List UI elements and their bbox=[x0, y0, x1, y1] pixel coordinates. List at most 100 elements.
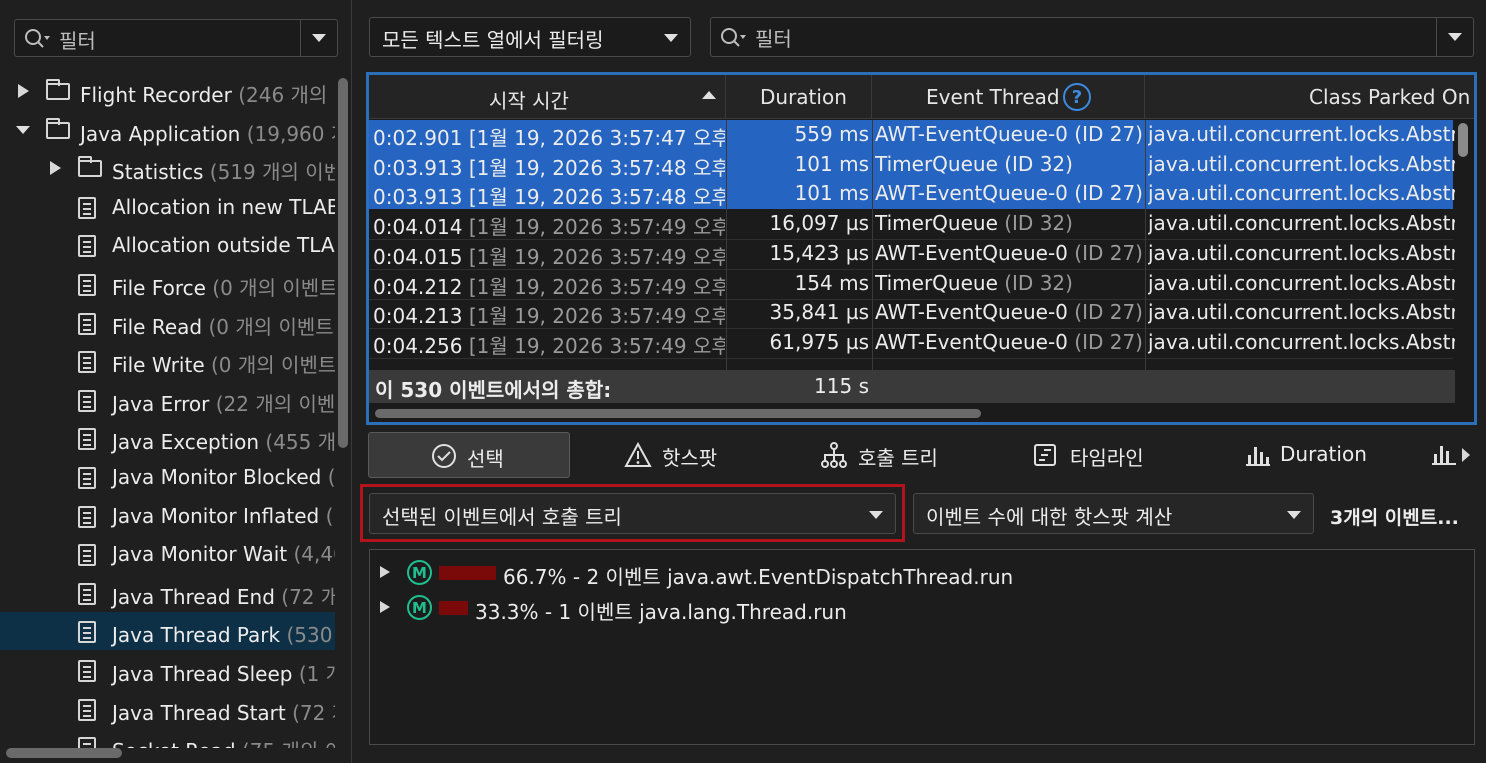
table-body[interactable]: 0:02.901 [1월 19, 2026 3:57:47 오후] 559 ms A… bbox=[369, 120, 1455, 370]
cell-duration: 61,975 µs bbox=[727, 330, 869, 354]
tree-item[interactable]: File Force (0 개의 이벤트 bbox=[0, 265, 335, 303]
call-tree-node[interactable]: M 66.7% - 2 이벤트 java.awt.EventDispatchThr… bbox=[370, 558, 1470, 589]
tree-item[interactable]: Java Thread Park (530 개 bbox=[0, 612, 335, 651]
tab-overflow[interactable] bbox=[1428, 442, 1486, 472]
thread-name: AWT-EventQueue-0 bbox=[875, 122, 1068, 146]
tree-item[interactable]: Java Application (19,960 개 bbox=[0, 111, 335, 149]
duration-value: 154 ms bbox=[794, 270, 869, 295]
column-header-duration[interactable]: Duration bbox=[726, 75, 872, 119]
tab-call-tree[interactable]: 호출 트리 bbox=[818, 432, 978, 478]
table-row[interactable]: 0:02.901 [1월 19, 2026 3:57:47 오후] 559 ms A… bbox=[369, 120, 1455, 150]
tree-horizontal-scrollbar-thumb[interactable] bbox=[6, 748, 122, 758]
totals-duration: 115 s bbox=[814, 374, 869, 398]
duration-value: 101 ms bbox=[794, 151, 869, 176]
cell-class-parked-on: java.util.concurrent.locks.AbstractQueue… bbox=[1148, 181, 1455, 205]
start-time-elapsed: 0:02.901 bbox=[373, 126, 463, 150]
tree-item[interactable]: File Write (0 개의 이벤트 bbox=[0, 342, 335, 380]
tree-item[interactable]: Java Thread Sleep (1 개 bbox=[0, 651, 335, 689]
collapsed-arrow-icon[interactable] bbox=[380, 566, 390, 578]
table-row[interactable]: 0:04.014 [1월 19, 2026 3:57:49 오후] 16,097 … bbox=[369, 209, 1455, 241]
event-type-tree[interactable]: Flight Recorder (246 개의 Java Application … bbox=[0, 72, 340, 748]
thread-name: AWT-EventQueue-0 bbox=[875, 300, 1068, 325]
tree-item[interactable]: Allocation outside TLAB bbox=[0, 226, 335, 264]
call-tree-node-label: 66.7% - 2 이벤트 java.awt.EventDispatchThre… bbox=[503, 565, 1014, 589]
table-row[interactable]: 0:03.913 [1월 19, 2026 3:57:48 오후] 101 ms T… bbox=[369, 149, 1455, 180]
cell-start-time: 0:04.014 [1월 19, 2026 3:57:49 오후] bbox=[373, 211, 725, 240]
tab-hotspot[interactable]: 핫스팟 bbox=[620, 432, 770, 478]
tree-vertical-scrollbar-thumb[interactable] bbox=[338, 78, 348, 448]
column-header-class-parked-on[interactable]: Class Parked On bbox=[1145, 75, 1474, 119]
chevron-right-icon[interactable] bbox=[1462, 448, 1470, 462]
table-horizontal-scrollbar-thumb[interactable] bbox=[375, 409, 981, 418]
column-header-start-time[interactable]: 시작 시간 bbox=[369, 75, 726, 119]
event-table[interactable]: 시작 시간 Duration Event Thread ? Class Park… bbox=[366, 72, 1477, 425]
start-time-elapsed: 0:04.212 bbox=[373, 274, 463, 299]
timeline-icon bbox=[1034, 444, 1056, 466]
tree-item[interactable]: Java Error (22 개의 이벤 bbox=[0, 381, 335, 419]
tree-item[interactable]: Statistics (519 개의 이벤 bbox=[0, 149, 335, 187]
table-row[interactable]: 0:04.015 [1월 19, 2026 3:57:49 오후] 15,423 … bbox=[369, 239, 1455, 270]
call-tree-view[interactable]: M 66.7% - 2 이벤트 java.awt.EventDispatchThr… bbox=[369, 549, 1475, 745]
tree-item-name: Socket Read bbox=[112, 739, 236, 748]
tab-label: 호출 트리 bbox=[858, 446, 938, 470]
start-time-elapsed: 0:03.913 bbox=[373, 185, 463, 210]
tree-item[interactable]: File Read (0 개의 이벤트 bbox=[0, 304, 335, 342]
help-icon[interactable]: ? bbox=[1063, 83, 1091, 111]
tree-item[interactable]: Flight Recorder (246 개의 bbox=[0, 72, 335, 110]
table-row[interactable]: 0:04.213 [1월 19, 2026 3:57:49 오후] 35,841 … bbox=[369, 298, 1455, 330]
thread-name: TimerQueue bbox=[875, 211, 998, 236]
start-time-date: [1월 19, 2026 3:57:49 오후] bbox=[468, 333, 725, 358]
tree-item-count: (519 개의 이벤 bbox=[209, 160, 335, 185]
tree-item-name: Statistics bbox=[112, 160, 204, 185]
tree-item-count: (0 개의 이벤트 bbox=[211, 353, 335, 378]
column-separator bbox=[1145, 120, 1146, 403]
column-header-event-thread[interactable]: Event Thread ? bbox=[872, 75, 1145, 119]
cell-event-thread: AWT-EventQueue-0 (ID 27) bbox=[875, 122, 1143, 146]
start-time-date: [1월 19, 2026 3:57:49 오후] bbox=[468, 215, 725, 240]
thread-id: (ID 27) bbox=[1074, 300, 1143, 325]
tree-item-label: Java Thread Start (72 개 bbox=[112, 697, 335, 726]
tree-filter-field[interactable]: 필터 bbox=[14, 19, 338, 57]
call-tree-mode-select[interactable]: 선택된 이벤트에서 호출 트리 bbox=[369, 493, 896, 534]
cell-duration: 16,097 µs bbox=[727, 211, 869, 235]
expanded-arrow-icon[interactable] bbox=[16, 125, 30, 134]
tree-item[interactable]: Socket Read (75 개의 이 bbox=[0, 728, 335, 748]
table-vertical-scrollbar-thumb[interactable] bbox=[1458, 123, 1468, 157]
call-tree-node[interactable]: M 33.3% - 1 이벤트 java.lang.Thread.run bbox=[370, 593, 1470, 624]
tab-duration[interactable]: Duration bbox=[1242, 432, 1382, 478]
tab-selection[interactable]: 선택 bbox=[368, 432, 570, 478]
collapsed-arrow-icon[interactable] bbox=[18, 84, 29, 98]
tab-timeline[interactable]: 타임라인 bbox=[1030, 432, 1180, 478]
tree-item[interactable]: Allocation in new TLAB bbox=[0, 188, 335, 226]
tree-item[interactable]: Java Thread Start (72 개 bbox=[0, 690, 335, 728]
column-header-label: Event Thread bbox=[926, 85, 1060, 109]
column-header-label: 시작 시간 bbox=[489, 89, 569, 113]
tree-item-count: ( bbox=[325, 503, 334, 528]
cell-class-parked-on: java.util.concurrent.locks.AbstractQueue… bbox=[1148, 211, 1455, 235]
cell-duration: 101 ms bbox=[727, 152, 869, 176]
tree-item-count: (1 개 bbox=[298, 662, 335, 686]
thread-name: AWT-EventQueue-0 bbox=[875, 181, 1068, 206]
table-row[interactable]: 0:04.256 [1월 19, 2026 3:57:49 오후] 61,975 … bbox=[369, 328, 1455, 359]
tree-item[interactable]: Java Exception (455 개의 bbox=[0, 419, 335, 457]
tree-item[interactable]: Java Monitor Inflated ( bbox=[0, 497, 335, 535]
table-row[interactable]: 0:04.212 [1월 19, 2026 3:57:49 오후] 154 ms T… bbox=[369, 269, 1455, 300]
table-row[interactable]: 0:03.913 [1월 19, 2026 3:57:48 오후] 101 ms A… bbox=[369, 179, 1455, 210]
table-filter-dropdown-button[interactable] bbox=[1436, 18, 1473, 56]
tree-filter-dropdown-button[interactable] bbox=[300, 20, 337, 56]
tree-item-name: Java Thread End bbox=[112, 584, 275, 609]
tree-item[interactable]: Java Monitor Blocked ( bbox=[0, 458, 335, 496]
tree-item-count: (0 개의 이벤트 bbox=[212, 276, 335, 300]
collapsed-arrow-icon[interactable] bbox=[50, 161, 61, 176]
tree-item[interactable]: Java Monitor Wait (4,40 bbox=[0, 535, 335, 573]
start-time-date: [1월 19, 2026 3:57:48 오후] bbox=[468, 155, 725, 180]
hotspot-mode-select[interactable]: 이벤트 수에 대한 핫스팟 계산 bbox=[913, 493, 1314, 534]
tree-item[interactable]: Java Thread End (72 개 bbox=[0, 574, 335, 612]
table-filter-field[interactable]: 필터 bbox=[710, 17, 1474, 57]
start-time-elapsed: 0:04.014 bbox=[373, 215, 463, 240]
event-type-icon bbox=[78, 544, 96, 567]
collapsed-arrow-icon[interactable] bbox=[380, 601, 390, 613]
start-time-date: [1월 19, 2026 3:57:49 오후] bbox=[468, 274, 725, 299]
cell-event-thread: TimerQueue (ID 32) bbox=[875, 271, 1143, 295]
text-filter-column-select[interactable]: 모든 텍스트 열에서 필터링 bbox=[369, 17, 691, 57]
